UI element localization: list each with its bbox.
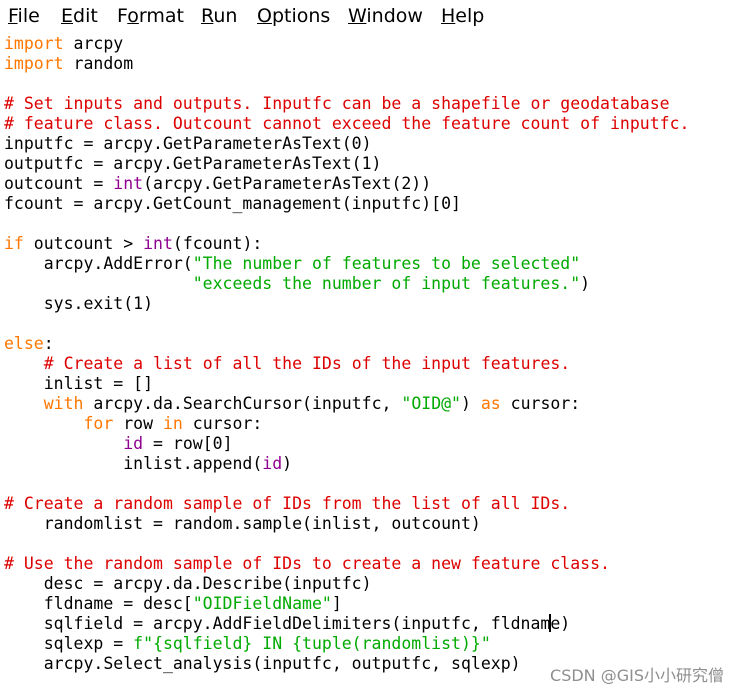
code-line: ​ (4, 314, 738, 334)
code-line: # Create a random sample of IDs from the… (4, 494, 738, 514)
code-token-keyword: import (4, 34, 64, 53)
code-token-comment: # Create a list of all the IDs of the in… (43, 354, 571, 373)
code-token-default: (fcount): (172, 234, 263, 253)
code-line: ​ (4, 534, 738, 554)
code-token-default: sqlfield = arcpy.AddFieldDelimiters(inpu… (4, 614, 551, 633)
code-token-default: inlist.append( (4, 454, 263, 473)
code-token-comment: # Set inputs and outputs. Inputfc can be… (4, 94, 670, 113)
code-token-default: ) (461, 394, 481, 413)
code-line: fcount = arcpy.GetCount_management(input… (4, 194, 738, 214)
code-token-default (4, 414, 83, 433)
code-token-default: arcpy.Select_analysis(inputfc, outputfc,… (4, 654, 521, 673)
code-token-default: fcount = arcpy.GetCount_management(input… (4, 194, 461, 213)
watermark-text: CSDN @GIS小小研究僧 (550, 666, 724, 685)
code-line: # feature class. Outcount cannot exceed … (4, 114, 738, 134)
code-line: fldname = desc["OIDFieldName"] (4, 594, 738, 614)
code-token-builtin: id (123, 434, 144, 453)
menu-options[interactable]: Options (257, 5, 330, 27)
code-token-keyword: for (83, 414, 114, 433)
menu-edit[interactable]: Edit (61, 5, 98, 27)
code-token-default: outcount = (4, 174, 114, 193)
code-token-default: sqlexp = (4, 634, 134, 653)
code-line: "exceeds the number of input features.") (4, 274, 738, 294)
code-line: sys.exit(1) (4, 294, 738, 314)
code-line: outputfc = arcpy.GetParameterAsText(1) (4, 154, 738, 174)
code-line: for row in cursor: (4, 414, 738, 434)
code-token-default: cursor: (500, 394, 581, 413)
code-line: # Set inputs and outputs. Inputfc can be… (4, 94, 738, 114)
code-editor[interactable]: import arcpyimport random​# Set inputs a… (4, 34, 738, 693)
code-token-default: ) (282, 454, 293, 473)
code-line: sqlexp = f"{sqlfield} IN {tuple(randomli… (4, 634, 738, 654)
code-token-default: sys.exit(1) (4, 294, 154, 313)
code-token-keyword: as (480, 394, 501, 413)
code-token-comment: # feature class. Outcount cannot exceed … (4, 114, 690, 133)
menu-help[interactable]: Help (441, 5, 484, 27)
code-line: randomlist = random.sample(inlist, outco… (4, 514, 738, 534)
code-line: outcount = int(arcpy.GetParameterAsText(… (4, 174, 738, 194)
code-token-default: arcpy (63, 34, 124, 53)
code-token-default: arcpy.da.SearchCursor(inputfc, (83, 394, 402, 413)
code-token-default: (arcpy.GetParameterAsText(2)) (143, 174, 432, 193)
code-token-default: e) (550, 614, 571, 633)
code-token-keyword: else (4, 334, 44, 353)
code-token-builtin: int (113, 174, 144, 193)
code-line: with arcpy.da.SearchCursor(inputfc, "OID… (4, 394, 738, 414)
code-token-keyword: in (162, 414, 183, 433)
code-line: inputfc = arcpy.GetParameterAsText(0) (4, 134, 738, 154)
code-token-string: "OID@" (401, 394, 461, 413)
code-token-default (4, 354, 44, 373)
code-token-string: f"{sqlfield} IN {tuple(randomlist)}" (133, 634, 491, 653)
code-token-string: "exceeds the number of input features." (192, 274, 581, 293)
code-token-default: fldname = desc[ (4, 594, 193, 613)
code-line: inlist = [] (4, 374, 738, 394)
code-token-keyword: if (4, 234, 24, 253)
code-token-default: outcount > (23, 234, 144, 253)
code-token-default: outputfc = arcpy.GetParameterAsText(1) (4, 154, 382, 173)
code-line: inlist.append(id) (4, 454, 738, 474)
code-token-string: "The number of features to be selected" (192, 254, 581, 273)
code-token-default: randomlist = random.sample(inlist, outco… (4, 514, 481, 533)
menu-format[interactable]: Format (117, 5, 184, 27)
code-token-comment: # Create a random sample of IDs from the… (4, 494, 571, 513)
code-line: import random (4, 54, 738, 74)
code-token-string: "OIDFieldName" (192, 594, 332, 613)
code-token-default: inputfc = arcpy.GetParameterAsText(0) (4, 134, 372, 153)
code-line: # Create a list of all the IDs of the in… (4, 354, 738, 374)
idle-editor-window: File Edit Format Run Options Window Help… (0, 0, 738, 693)
code-token-default: ) (580, 274, 591, 293)
code-line: import arcpy (4, 34, 738, 54)
code-line: # Use the random sample of IDs to create… (4, 554, 738, 574)
code-token-default: cursor: (182, 414, 263, 433)
code-token-default: random (63, 54, 134, 73)
code-line: desc = arcpy.da.Describe(inputfc) (4, 574, 738, 594)
code-token-builtin: int (143, 234, 173, 253)
code-token-comment: # Use the random sample of IDs to create… (4, 554, 610, 573)
code-token-builtin: id (262, 454, 283, 473)
code-token-default (4, 274, 193, 293)
code-token-default: : (43, 334, 54, 353)
code-line: arcpy.AddError("The number of features t… (4, 254, 738, 274)
code-token-keyword: import (4, 54, 64, 73)
code-token-default (4, 394, 44, 413)
code-token-default: arcpy.AddError( (4, 254, 193, 273)
menu-bar: File Edit Format Run Options Window Help (0, 0, 738, 34)
code-token-default: desc = arcpy.da.Describe(inputfc) (4, 574, 372, 593)
code-token-default: = row[0] (143, 434, 233, 453)
code-token-default: row (113, 414, 163, 433)
menu-file[interactable]: File (8, 5, 40, 27)
code-token-default: ] (331, 594, 342, 613)
menu-run[interactable]: Run (201, 5, 237, 27)
code-line: id = row[0] (4, 434, 738, 454)
code-line: ​ (4, 74, 738, 94)
menu-window[interactable]: Window (348, 5, 423, 27)
code-token-keyword: with (43, 394, 84, 413)
code-line: ​ (4, 214, 738, 234)
code-line: ​ (4, 474, 738, 494)
code-line: else: (4, 334, 738, 354)
code-token-default: inlist = [] (4, 374, 154, 393)
code-line: if outcount > int(fcount): (4, 234, 738, 254)
code-token-default (4, 434, 123, 453)
code-line: sqlfield = arcpy.AddFieldDelimiters(inpu… (4, 614, 738, 634)
